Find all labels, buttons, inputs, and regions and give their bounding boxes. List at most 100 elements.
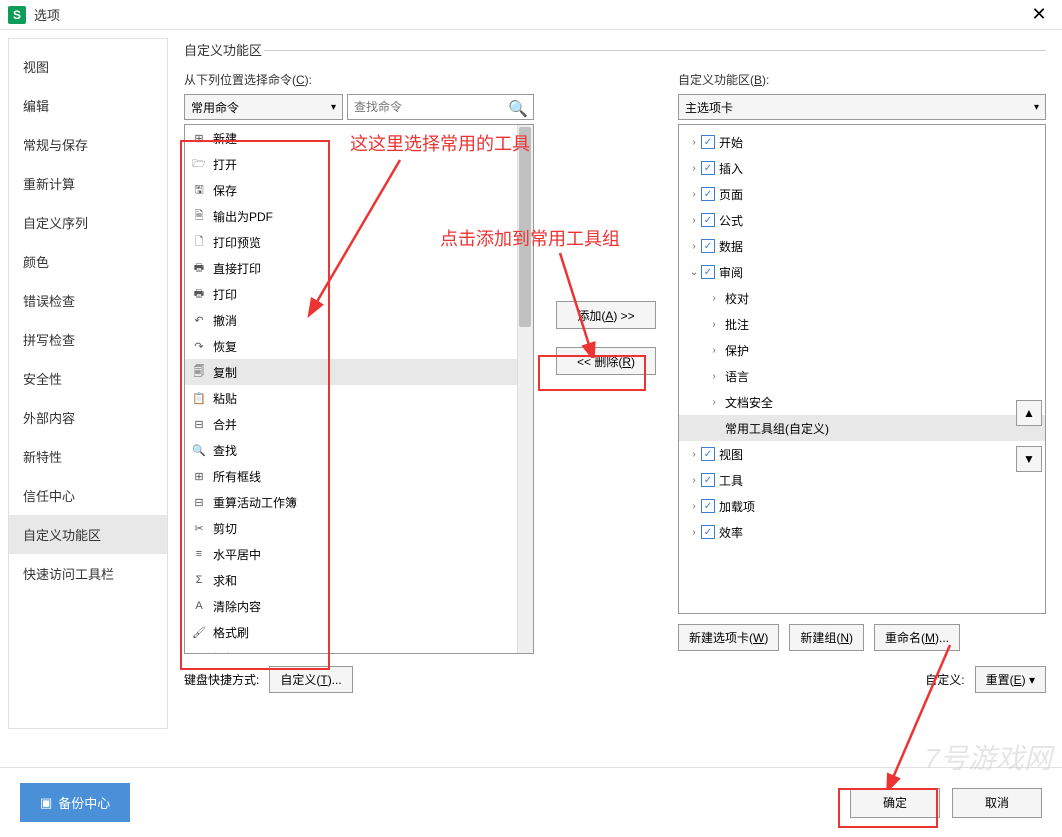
move-down-button[interactable]: ▼ [1016,446,1042,472]
search-input[interactable] [347,94,534,120]
command-item[interactable]: A清除内容 [185,593,533,619]
add-button[interactable]: 添加(A) >> [556,301,656,329]
tree-item[interactable]: 常用工具组(自定义) [679,415,1045,441]
checkbox[interactable]: ✓ [701,161,715,175]
tree-item[interactable]: ›✓效率 [679,519,1045,545]
sidebar-item[interactable]: 视图 [9,47,167,86]
customize-shortcuts-button[interactable]: 自定义(T)... [269,666,352,693]
new-tab-button[interactable]: 新建选项卡(W) [678,624,779,651]
command-item[interactable]: ⊞新建 [185,125,533,151]
checkbox[interactable]: ✓ [701,499,715,513]
tree-item[interactable]: ›✓数据 [679,233,1045,259]
sidebar-item[interactable]: 编辑 [9,86,167,125]
tree-item[interactable]: ›✓开始 [679,129,1045,155]
shortcut-label: 键盘快捷方式: [184,671,259,688]
tree-item[interactable]: ›✓加载项 [679,493,1045,519]
sidebar-item[interactable]: 安全性 [9,359,167,398]
checkbox[interactable]: ✓ [701,265,715,279]
tree-item[interactable]: ›✓页面 [679,181,1045,207]
command-item[interactable]: 🗁打开 [185,151,533,177]
tree-label: 批注 [725,316,749,333]
ribbon-tree[interactable]: ›✓开始›✓插入›✓页面›✓公式›✓数据⌄✓审阅›校对›批注›保护›语言›文档安… [678,124,1046,614]
tree-item[interactable]: ›✓工具 [679,467,1045,493]
sidebar-item[interactable]: 颜色 [9,242,167,281]
tree-item[interactable]: › 批注 [679,311,1045,337]
expand-icon[interactable]: › [687,449,701,460]
rename-button[interactable]: 重命名(M)... [874,624,960,651]
expand-icon[interactable]: › [687,189,701,200]
commands-dropdown[interactable]: 常用命令 [184,94,343,120]
sidebar-item[interactable]: 自定义功能区 [9,515,167,554]
expand-icon[interactable]: › [707,319,721,330]
checkbox[interactable]: ✓ [701,213,715,227]
command-icon: 🖶 [191,260,207,276]
command-item[interactable]: 🖌格式刷 [185,619,533,645]
expand-icon[interactable]: › [687,163,701,174]
sidebar-item[interactable]: 常规与保存 [9,125,167,164]
command-item[interactable]: Σ求和 [185,567,533,593]
command-item[interactable]: 🔍查找 [185,437,533,463]
command-item[interactable]: ⊞所有框线▸ [185,463,533,489]
command-item[interactable]: ↷恢复 [185,333,533,359]
expand-icon[interactable]: › [707,345,721,356]
tree-item[interactable]: ›✓公式 [679,207,1045,233]
expand-icon[interactable]: › [687,215,701,226]
tabs-dropdown[interactable]: 主选项卡 [678,94,1046,120]
sidebar-item[interactable]: 重新计算 [9,164,167,203]
command-icon: ↶ [191,312,207,328]
tree-item[interactable]: ›语言 [679,363,1045,389]
checkbox[interactable]: ✓ [701,525,715,539]
expand-icon[interactable]: › [687,501,701,512]
tree-item[interactable]: ›保护 [679,337,1045,363]
backup-center-button[interactable]: ▣ 备份中心 [20,783,130,822]
command-item[interactable]: 🖫保存 [185,177,533,203]
command-item[interactable]: 🗐复制 [185,359,533,385]
checkbox[interactable]: ✓ [701,473,715,487]
checkbox[interactable]: ✓ [701,239,715,253]
expand-icon[interactable]: › [707,371,721,382]
scrollbar[interactable] [517,125,533,653]
close-icon[interactable]: ✕ [1024,4,1054,25]
expand-icon[interactable]: › [687,137,701,148]
command-item[interactable]: 🖶直接打印 [185,255,533,281]
sidebar-item[interactable]: 拼写检查 [9,320,167,359]
remove-button[interactable]: << 删除(R) [556,347,656,375]
expand-icon[interactable]: › [687,475,701,486]
command-item[interactable]: ↶撤消 [185,307,533,333]
move-up-button[interactable]: ▲ [1016,400,1042,426]
expand-icon[interactable]: › [707,293,721,304]
command-item[interactable]: 🗎输出为PDF [185,203,533,229]
expand-icon[interactable]: ⌄ [687,267,701,278]
sidebar-item[interactable]: 新特性 [9,437,167,476]
command-item[interactable]: ⊟合并▸ [185,411,533,437]
tree-item[interactable]: ›校对 [679,285,1045,311]
sidebar-item[interactable]: 错误检查 [9,281,167,320]
command-item[interactable]: ✂剪切 [185,515,533,541]
tree-label: 审阅 [719,264,743,281]
cancel-button[interactable]: 取消 [952,788,1042,818]
sidebar-item[interactable]: 快速访问工具栏 [9,554,167,593]
tree-item[interactable]: ›文档安全 [679,389,1045,415]
expand-icon[interactable]: › [687,241,701,252]
expand-icon[interactable]: › [707,397,721,408]
checkbox[interactable]: ✓ [701,447,715,461]
sidebar-item[interactable]: 信任中心 [9,476,167,515]
command-list[interactable]: ⊞新建🗁打开🖫保存🗎输出为PDF🗋打印预览🖶直接打印🖶打印▸↶撤消↷恢复🗐复制📋… [184,124,534,654]
checkbox[interactable]: ✓ [701,187,715,201]
command-item[interactable]: 🗋打印预览 [185,229,533,255]
command-item[interactable]: 🖶打印▸ [185,281,533,307]
command-item[interactable]: B加粗 [185,645,533,654]
tree-item[interactable]: ›✓插入 [679,155,1045,181]
command-item[interactable]: 📋粘贴 [185,385,533,411]
ok-button[interactable]: 确定 [850,788,940,818]
sidebar-item[interactable]: 外部内容 [9,398,167,437]
command-item[interactable]: ⊟重算活动工作簿 [185,489,533,515]
command-item[interactable]: ≡水平居中 [185,541,533,567]
tree-item[interactable]: ›✓视图 [679,441,1045,467]
checkbox[interactable]: ✓ [701,135,715,149]
tree-item[interactable]: ⌄✓ 审阅 [679,259,1045,285]
reset-button[interactable]: 重置(E) ▾ [975,666,1046,693]
sidebar-item[interactable]: 自定义序列 [9,203,167,242]
new-group-button[interactable]: 新建组(N) [789,624,864,651]
expand-icon[interactable]: › [687,527,701,538]
